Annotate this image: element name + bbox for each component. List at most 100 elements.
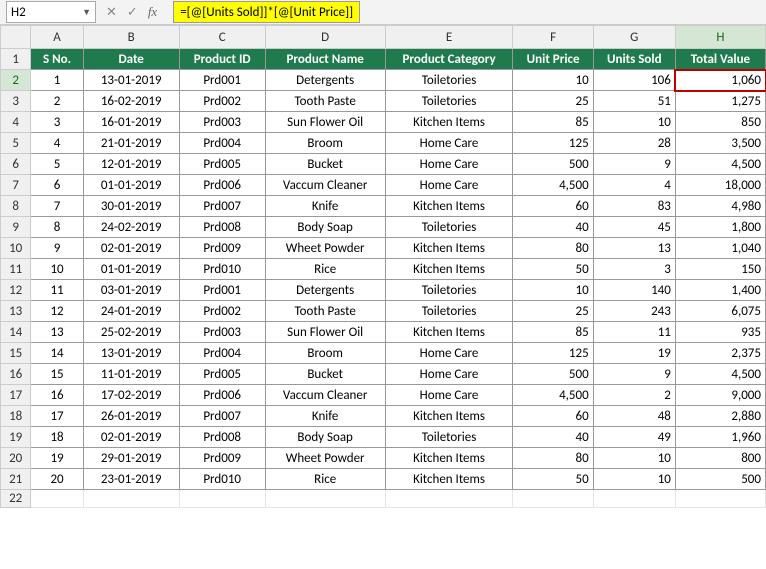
column-header-A[interactable]: A [31,26,83,49]
header-cell-F[interactable]: Unit Price [513,49,593,70]
data-cell-A6[interactable]: 5 [31,154,83,175]
row-header-21[interactable]: 21 [1,469,31,490]
data-cell-D2[interactable]: Detergents [265,70,385,91]
data-cell-A19[interactable]: 18 [31,427,83,448]
data-cell-H5[interactable]: 3,500 [675,133,765,154]
column-header-D[interactable]: D [265,26,385,49]
data-cell-A5[interactable]: 4 [31,133,83,154]
row-header-1[interactable]: 1 [1,49,31,70]
data-cell-D18[interactable]: Knife [265,406,385,427]
data-cell-H11[interactable]: 150 [675,259,765,280]
data-cell-A11[interactable]: 10 [31,259,83,280]
data-cell-C21[interactable]: Prd010 [179,469,265,490]
data-cell-H20[interactable]: 800 [675,448,765,469]
data-cell-F20[interactable]: 80 [513,448,593,469]
data-cell-C12[interactable]: Prd001 [179,280,265,301]
row-header-20[interactable]: 20 [1,448,31,469]
data-cell-F2[interactable]: 10 [513,70,593,91]
data-cell-B21[interactable]: 23-01-2019 [83,469,179,490]
data-cell-F6[interactable]: 500 [513,154,593,175]
data-cell-F3[interactable]: 25 [513,91,593,112]
blank-cell-H22[interactable] [675,490,765,508]
data-cell-G16[interactable]: 9 [593,364,675,385]
data-cell-F5[interactable]: 125 [513,133,593,154]
data-cell-B9[interactable]: 24-02-2019 [83,217,179,238]
data-cell-A8[interactable]: 7 [31,196,83,217]
data-cell-G7[interactable]: 4 [593,175,675,196]
data-cell-B17[interactable]: 17-02-2019 [83,385,179,406]
data-cell-F15[interactable]: 125 [513,343,593,364]
data-cell-C16[interactable]: Prd005 [179,364,265,385]
data-cell-C3[interactable]: Prd002 [179,91,265,112]
data-cell-D9[interactable]: Body Soap [265,217,385,238]
data-cell-B6[interactable]: 12-01-2019 [83,154,179,175]
data-cell-G15[interactable]: 19 [593,343,675,364]
row-header-6[interactable]: 6 [1,154,31,175]
data-cell-F16[interactable]: 500 [513,364,593,385]
data-cell-C13[interactable]: Prd002 [179,301,265,322]
data-cell-E4[interactable]: Kitchen Items [385,112,513,133]
data-cell-G21[interactable]: 10 [593,469,675,490]
data-cell-H17[interactable]: 9,000 [675,385,765,406]
data-cell-D15[interactable]: Broom [265,343,385,364]
data-cell-C8[interactable]: Prd007 [179,196,265,217]
data-cell-E6[interactable]: Home Care [385,154,513,175]
data-cell-B20[interactable]: 29-01-2019 [83,448,179,469]
data-cell-D16[interactable]: Bucket [265,364,385,385]
data-cell-G11[interactable]: 3 [593,259,675,280]
column-header-B[interactable]: B [83,26,179,49]
row-header-22[interactable]: 22 [1,490,31,508]
column-header-C[interactable]: C [179,26,265,49]
data-cell-H19[interactable]: 1,960 [675,427,765,448]
header-cell-D[interactable]: Product Name [265,49,385,70]
name-box[interactable]: H2 ▼ [6,1,96,23]
data-cell-D12[interactable]: Detergents [265,280,385,301]
spreadsheet-grid[interactable]: ABCDEFGH1S No.DateProduct IDProduct Name… [0,25,766,508]
header-cell-A[interactable]: S No. [31,49,83,70]
data-cell-F18[interactable]: 60 [513,406,593,427]
data-cell-G13[interactable]: 243 [593,301,675,322]
data-cell-G10[interactable]: 13 [593,238,675,259]
data-cell-H13[interactable]: 6,075 [675,301,765,322]
data-cell-H14[interactable]: 935 [675,322,765,343]
data-cell-C6[interactable]: Prd005 [179,154,265,175]
data-cell-E12[interactable]: Toiletories [385,280,513,301]
data-cell-D11[interactable]: Rice [265,259,385,280]
data-cell-F11[interactable]: 50 [513,259,593,280]
data-cell-B7[interactable]: 01-01-2019 [83,175,179,196]
dropdown-icon[interactable]: ▼ [82,7,91,18]
data-cell-B2[interactable]: 13-01-2019 [83,70,179,91]
data-cell-C19[interactable]: Prd008 [179,427,265,448]
data-cell-B12[interactable]: 03-01-2019 [83,280,179,301]
data-cell-G3[interactable]: 51 [593,91,675,112]
data-cell-G19[interactable]: 49 [593,427,675,448]
data-cell-E21[interactable]: Kitchen Items [385,469,513,490]
data-cell-F12[interactable]: 10 [513,280,593,301]
row-header-16[interactable]: 16 [1,364,31,385]
enter-icon[interactable]: ✓ [127,5,138,20]
row-header-12[interactable]: 12 [1,280,31,301]
data-cell-E7[interactable]: Home Care [385,175,513,196]
data-cell-B4[interactable]: 16-01-2019 [83,112,179,133]
data-cell-A13[interactable]: 12 [31,301,83,322]
row-header-18[interactable]: 18 [1,406,31,427]
data-cell-E14[interactable]: Kitchen Items [385,322,513,343]
data-cell-B19[interactable]: 02-01-2019 [83,427,179,448]
data-cell-D21[interactable]: Rice [265,469,385,490]
header-cell-C[interactable]: Product ID [179,49,265,70]
data-cell-D13[interactable]: Tooth Paste [265,301,385,322]
data-cell-E11[interactable]: Kitchen Items [385,259,513,280]
row-header-10[interactable]: 10 [1,238,31,259]
data-cell-C18[interactable]: Prd007 [179,406,265,427]
data-cell-E10[interactable]: Kitchen Items [385,238,513,259]
data-cell-F14[interactable]: 85 [513,322,593,343]
data-cell-E2[interactable]: Toiletories [385,70,513,91]
data-cell-F4[interactable]: 85 [513,112,593,133]
data-cell-C15[interactable]: Prd004 [179,343,265,364]
data-cell-G2[interactable]: 106 [593,70,675,91]
column-header-H[interactable]: H [675,26,765,49]
data-cell-B18[interactable]: 26-01-2019 [83,406,179,427]
data-cell-G9[interactable]: 45 [593,217,675,238]
header-cell-E[interactable]: Product Category [385,49,513,70]
header-cell-B[interactable]: Date [83,49,179,70]
